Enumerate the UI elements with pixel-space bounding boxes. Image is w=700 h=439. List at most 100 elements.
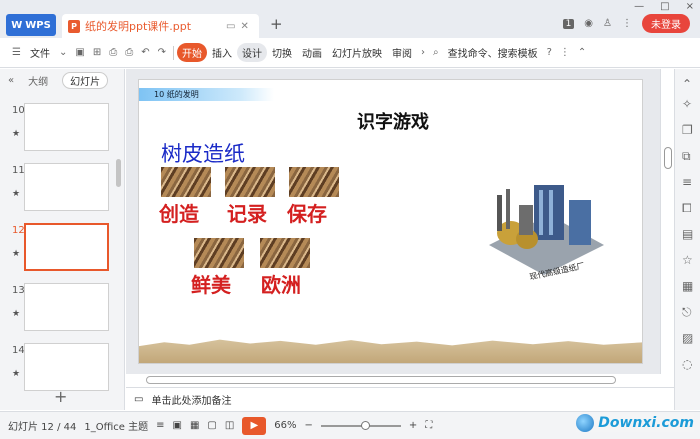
vertical-scrollbar[interactable] <box>660 69 674 374</box>
menu-slideshow[interactable]: 幻灯片放映 <box>327 43 387 62</box>
menu-animation[interactable]: 动画 <box>297 43 327 62</box>
document-tab-title: 纸的发明ppt课件.ppt <box>85 20 192 33</box>
close-tab-icon[interactable]: ✕ <box>240 21 248 32</box>
word-label[interactable]: 记录 <box>227 198 267 227</box>
watermark-logo-icon <box>576 414 595 432</box>
more-icon[interactable]: ⋮ <box>622 18 632 29</box>
chevron-down-icon[interactable]: ⌄ <box>55 47 71 58</box>
shirt-icon[interactable]: ♙ <box>603 18 612 29</box>
notes-toggle-icon[interactable]: ≡ <box>156 420 164 431</box>
slide-counter: 幻灯片 12 / 44 <box>8 422 77 433</box>
notes-icon: ▭ <box>134 394 144 405</box>
reading-view-icon[interactable]: ▢ <box>207 420 216 431</box>
current-slide[interactable]: 10 纸的发明 识字游戏 树皮造纸 创造 记录 保存 鲜美 欧洲 现代高级造纸厂 <box>138 79 643 364</box>
star-icon[interactable]: ☆ <box>682 253 693 267</box>
zoom-slider[interactable] <box>320 420 401 430</box>
slide-thumbnail[interactable]: 13 ★ <box>8 283 120 333</box>
menu-transition[interactable]: 切换 <box>267 43 297 62</box>
zoom-handle[interactable] <box>360 420 370 430</box>
copy-icon[interactable]: ❐ <box>682 123 693 137</box>
theme-name[interactable]: 1_Office 主题 <box>84 418 148 433</box>
title-bar: W WPS P 纸的发明ppt课件.ppt ▭ ✕ + — □ × 1 ◉ ♙ … <box>0 0 700 38</box>
page-badge[interactable]: 1 <box>562 18 575 29</box>
minimize-button[interactable]: — <box>634 1 644 12</box>
panel-scrollbar[interactable] <box>116 159 121 187</box>
thumbnail-preview <box>24 283 109 331</box>
hamburger-icon[interactable]: ☰ <box>8 47 25 58</box>
slide-thumbnail[interactable]: 14 ★ <box>8 343 120 393</box>
fit-window-icon[interactable]: ⛶ <box>425 420 432 431</box>
editing-canvas: 10 纸的发明 识字游戏 树皮造纸 创造 记录 保存 鲜美 欧洲 现代高级造纸厂 <box>126 69 660 374</box>
search-icon: ⌕ <box>432 47 439 58</box>
play-slideshow-button[interactable]: ▶ <box>242 416 267 435</box>
zoom-in-icon[interactable]: + <box>409 420 417 431</box>
bark-image[interactable] <box>194 238 244 268</box>
notes-placeholder[interactable]: 单击此处添加备注 <box>151 392 231 407</box>
word-label[interactable]: 创造 <box>159 198 199 227</box>
word-label[interactable]: 鲜美 <box>191 269 231 298</box>
wps-home-tab[interactable]: W WPS <box>6 14 56 36</box>
menu-design[interactable]: 设计 <box>236 43 267 62</box>
chevron-right-icon[interactable]: › <box>417 47 429 58</box>
help-icon[interactable]: ? <box>543 47 556 58</box>
window-mode-icon[interactable]: ▭ <box>226 21 235 32</box>
print-preview-icon[interactable]: ⎙ <box>105 47 121 58</box>
slide-thumbnail-selected[interactable]: 12 ★ <box>8 223 120 273</box>
scroll-up-icon[interactable]: ⌃ <box>682 77 692 91</box>
slide-thumbnail[interactable]: 11 ★ <box>8 163 120 213</box>
layout-icon[interactable]: ▦ <box>682 279 693 293</box>
share-icon[interactable]: ⎋ <box>682 305 692 320</box>
more-menu-icon[interactable]: ⋮ <box>556 47 574 58</box>
redo-icon[interactable]: ↷ <box>154 47 170 58</box>
print-icon[interactable]: ⎙ <box>121 47 137 58</box>
undo-icon[interactable]: ↶ <box>137 47 153 58</box>
tab-slides[interactable]: 幻灯片 <box>62 71 109 89</box>
wps-logo-icon: W <box>11 19 23 31</box>
bark-image[interactable] <box>225 167 275 197</box>
factory-image[interactable] <box>479 175 607 283</box>
scroll-thumb[interactable] <box>664 147 672 169</box>
collapse-ribbon-icon[interactable]: ⌃ <box>574 47 590 58</box>
zoom-level[interactable]: 66% <box>274 420 296 431</box>
document-tab[interactable]: P 纸的发明ppt课件.ppt ▭ ✕ <box>62 14 259 38</box>
command-search[interactable]: 查找命令、搜索模板 <box>443 43 543 62</box>
skin-icon[interactable]: ◉ <box>584 18 593 29</box>
menu-home[interactable]: 开始 <box>176 43 207 62</box>
slide-subtitle[interactable]: 树皮造纸 <box>161 138 245 168</box>
menu-insert[interactable]: 插入 <box>207 43 237 62</box>
save-slide-icon[interactable]: ▤ <box>682 227 693 241</box>
animation-star-icon: ★ <box>12 189 21 199</box>
settings-sliders-icon[interactable]: ≡ <box>682 175 692 189</box>
slide-title[interactable]: 识字游戏 <box>357 108 429 134</box>
transform-icon[interactable]: ⧠ <box>682 201 692 216</box>
bark-image[interactable] <box>161 167 211 197</box>
sorter-view-icon[interactable]: ▦ <box>190 420 199 431</box>
menu-file[interactable]: 文件 <box>25 43 55 62</box>
format-painter-icon[interactable]: ⊞ <box>89 47 105 58</box>
image-icon[interactable]: ▨ <box>682 331 693 345</box>
slide-thumbnail[interactable]: 10 ★ <box>8 103 120 153</box>
collapse-panel-icon[interactable]: « <box>8 75 14 86</box>
tab-outline[interactable]: 大纲 <box>28 73 48 88</box>
save-icon[interactable]: ▣ <box>71 47 88 58</box>
scroll-thumb[interactable] <box>146 376 616 384</box>
normal-view-icon[interactable]: ▣ <box>172 420 181 431</box>
menu-review[interactable]: 审阅 <box>387 43 417 62</box>
word-label[interactable]: 欧洲 <box>261 269 301 298</box>
magic-icon[interactable]: ✧ <box>682 97 692 111</box>
maximize-button[interactable]: □ <box>660 1 669 12</box>
present-view-icon[interactable]: ◫ <box>225 420 234 431</box>
word-label[interactable]: 保存 <box>287 198 327 227</box>
zoom-out-icon[interactable]: − <box>305 420 313 431</box>
notes-area[interactable]: ▭ 单击此处添加备注 <box>126 387 674 411</box>
login-button[interactable]: 未登录 <box>642 14 690 33</box>
add-slide-button[interactable]: + <box>54 387 67 406</box>
close-window-button[interactable]: × <box>686 1 694 12</box>
help-circle-icon[interactable]: ◌ <box>682 357 692 371</box>
horizontal-scrollbar[interactable] <box>138 374 638 386</box>
separator <box>172 45 174 60</box>
new-tab-button[interactable]: + <box>270 15 283 33</box>
bark-image[interactable] <box>289 167 339 197</box>
shapes-icon[interactable]: ⧉ <box>682 149 691 164</box>
bark-image[interactable] <box>260 238 310 268</box>
